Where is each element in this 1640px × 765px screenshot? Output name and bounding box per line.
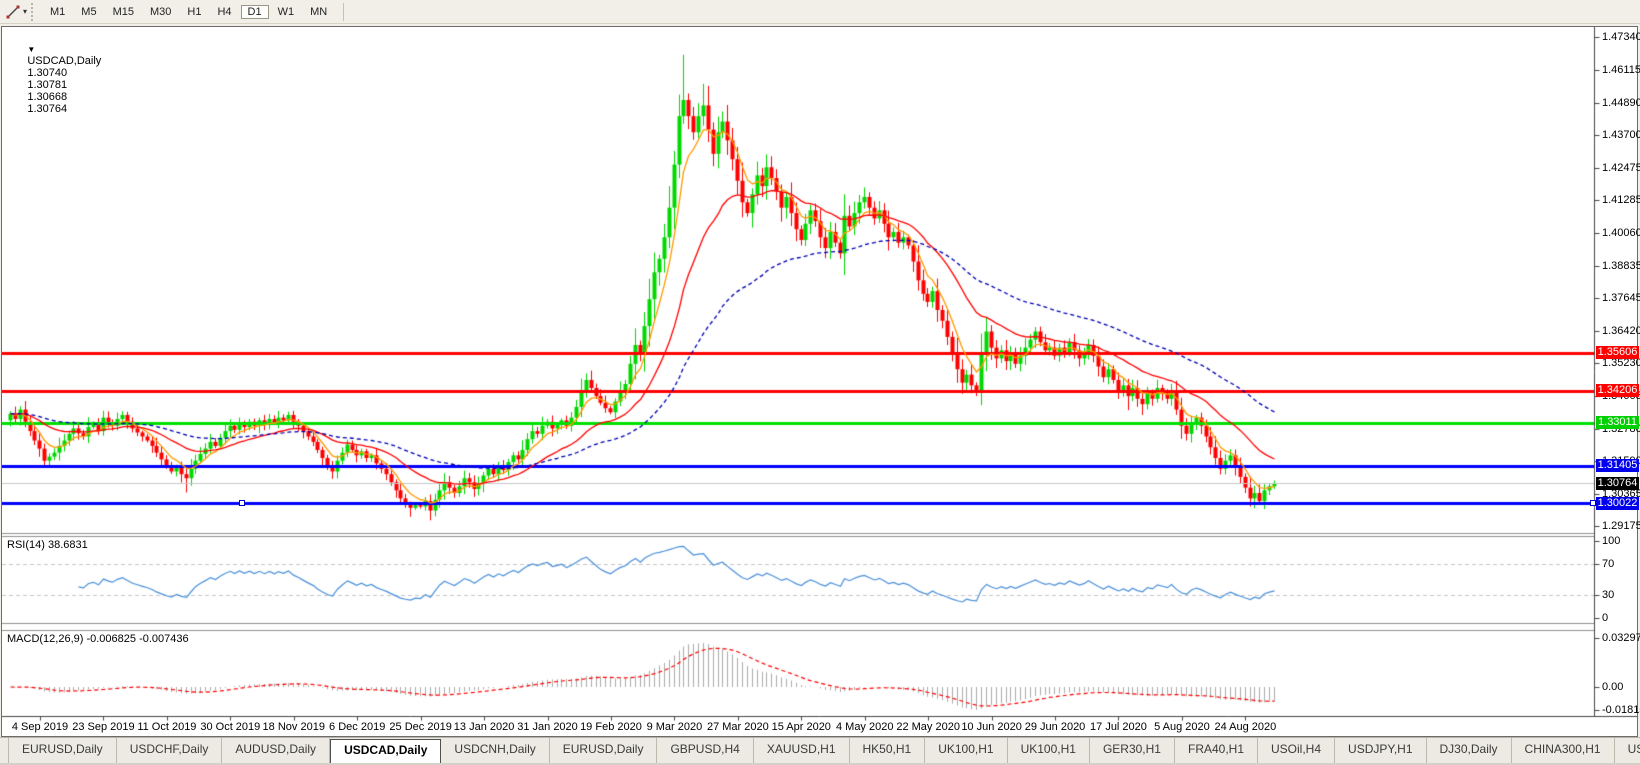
price-axis-label: 1.46115 bbox=[1602, 63, 1640, 76]
chart-title: ▼ USDCAD,Daily 1.30740 1.30781 1.30668 1… bbox=[9, 31, 105, 127]
trendline-tool-icon[interactable] bbox=[3, 3, 23, 21]
bid-price-line-badge: 1.30764 bbox=[1596, 476, 1639, 490]
macd-indicator-label: MACD(12,26,9) -0.006825 -0.007436 bbox=[7, 633, 189, 645]
date-axis-label: 4 May 2020 bbox=[835, 721, 894, 733]
rsi-axis-label: 100 bbox=[1602, 535, 1621, 547]
timeframe-toolbar: ▾ M1 M5 M15 M30 H1 H4 D1 W1 MN bbox=[0, 0, 1640, 24]
chevron-down-icon[interactable]: ▾ bbox=[23, 7, 27, 16]
ohlc-close: 1.30764 bbox=[27, 103, 68, 115]
date-axis-label: 30 Oct 2019 bbox=[200, 721, 261, 733]
price-axis-label: 1.47340 bbox=[1602, 31, 1640, 43]
symbol-tab-bar: EURUSD,Daily USDCHF,Daily AUDUSD,Daily USDC… bbox=[0, 737, 1640, 763]
timeframe-button-m30[interactable]: M30 bbox=[143, 5, 178, 19]
support-line-badge: 1.31405 bbox=[1596, 459, 1639, 473]
tab-gbpusd-h4[interactable]: GBPUSD,H4 bbox=[657, 738, 754, 763]
timeframe-button-w1[interactable]: W1 bbox=[271, 5, 302, 19]
mt4-application: ▾ M1 M5 M15 M30 H1 H4 D1 W1 MN ▼ USDCAD,Daily 1.… bbox=[0, 0, 1640, 765]
macd-axis-label: -0.018154 bbox=[1602, 704, 1640, 716]
macd-axis-label: 0.032972 bbox=[1602, 631, 1640, 644]
date-axis-label: 9 Mar 2020 bbox=[646, 721, 703, 733]
timeframe-button-m5[interactable]: M5 bbox=[74, 5, 103, 19]
chart-window: ▼ USDCAD,Daily 1.30740 1.30781 1.30668 1… bbox=[1, 26, 1640, 737]
date-axis-label: 31 Jan 2020 bbox=[517, 721, 578, 733]
date-axis-label: 15 Apr 2020 bbox=[771, 721, 831, 733]
tab-usdcnh-daily[interactable]: USDCNH,Daily bbox=[441, 738, 550, 763]
date-axis-label: 10 Jun 2020 bbox=[961, 721, 1022, 733]
chart-symbol: USDCAD,Daily bbox=[27, 55, 102, 67]
ohlc-low: 1.30668 bbox=[27, 91, 68, 103]
rsi-axis-label: 70 bbox=[1602, 558, 1615, 571]
tab-fra40-h1[interactable]: FRA40,H1 bbox=[1175, 738, 1259, 763]
date-axis-label: 29 Jun 2020 bbox=[1024, 721, 1086, 733]
date-axis-label: 18 Nov 2019 bbox=[262, 721, 325, 733]
date-axis-label: 11 Oct 2019 bbox=[137, 721, 197, 733]
date-axis-label: 22 May 2020 bbox=[896, 721, 960, 733]
resistance-line-badge: 1.35606 bbox=[1596, 346, 1639, 360]
pivot-line-badge: 1.33011 bbox=[1596, 416, 1639, 430]
price-chart-canvas[interactable] bbox=[2, 27, 1637, 727]
price-axis-label: 1.43700 bbox=[1602, 128, 1640, 141]
price-axis-label: 1.38835 bbox=[1602, 259, 1640, 272]
ohlc-high: 1.30781 bbox=[27, 79, 68, 91]
tab-hk50-h1[interactable]: HK50,H1 bbox=[850, 738, 926, 763]
date-axis-label: 5 Aug 2020 bbox=[1154, 721, 1210, 733]
date-axis-label: 19 Feb 2020 bbox=[580, 721, 642, 733]
tab-eurusd-daily[interactable]: EURUSD,Daily bbox=[8, 738, 117, 763]
price-axis-label: 1.36420 bbox=[1602, 324, 1640, 337]
macd-axis-label: 0.00 bbox=[1602, 681, 1624, 693]
tab-uk100-h1[interactable]: UK100,H1 bbox=[1008, 738, 1090, 763]
date-axis-label: 23 Sep 2019 bbox=[72, 721, 135, 733]
timeframe-button-mn[interactable]: MN bbox=[303, 5, 334, 19]
ohlc-open: 1.30740 bbox=[27, 67, 68, 79]
date-axis-label: 17 Jul 2020 bbox=[1090, 721, 1147, 733]
tab-usdjpy-h1[interactable]: USDJPY,H1 bbox=[1335, 738, 1427, 763]
tab-uk100-h1[interactable]: UK100,H1 bbox=[925, 738, 1008, 763]
tab-audusd-daily[interactable]: AUDUSD,Daily bbox=[222, 738, 331, 763]
price-axis-label: 1.29175 bbox=[1602, 520, 1640, 532]
resistance-line-badge: 1.34206 bbox=[1596, 384, 1639, 398]
timeframe-button-h4[interactable]: H4 bbox=[210, 5, 238, 19]
timeframe-button-h1[interactable]: H1 bbox=[180, 5, 208, 19]
line-handle[interactable] bbox=[1590, 499, 1596, 506]
tab-ger30-h1[interactable]: GER30,H1 bbox=[1090, 738, 1175, 763]
symbol-tabs: EURUSD,Daily USDCHF,Daily AUDUSD,Daily USDC… bbox=[0, 738, 1640, 763]
date-axis-label: 24 Aug 2020 bbox=[1214, 721, 1277, 733]
line-handle[interactable] bbox=[239, 499, 245, 506]
price-axis-label: 1.37645 bbox=[1602, 291, 1640, 304]
date-axis-label: 27 Mar 2020 bbox=[706, 721, 769, 733]
tab-usoil-h1[interactable]: USOil,H1 bbox=[1615, 738, 1640, 763]
rsi-indicator-label: RSI(14) 38.6831 bbox=[7, 539, 88, 551]
toolbar-grip[interactable] bbox=[31, 2, 36, 21]
tab-dj30-daily[interactable]: DJ30,Daily bbox=[1427, 738, 1512, 763]
date-axis-label: 25 Dec 2019 bbox=[389, 721, 452, 733]
price-axis-label: 1.41285 bbox=[1602, 194, 1640, 206]
window-menu-triangle-icon[interactable]: ▼ bbox=[27, 45, 35, 54]
tab-usdchf-daily[interactable]: USDCHF,Daily bbox=[117, 738, 223, 763]
timeframe-button-d1[interactable]: D1 bbox=[240, 5, 269, 19]
rsi-axis-label: 0 bbox=[1602, 612, 1609, 624]
rsi-axis-label: 30 bbox=[1602, 588, 1615, 601]
support-line-badge: 1.30022 bbox=[1596, 496, 1639, 510]
timeframe-buttons: M1 M5 M15 M30 H1 H4 D1 W1 MN bbox=[42, 2, 335, 21]
tab-usdcad-daily[interactable]: USDCAD,Daily bbox=[330, 739, 442, 763]
tab-eurusd-daily[interactable]: EURUSD,Daily bbox=[550, 738, 658, 763]
price-axis-label: 1.44890 bbox=[1602, 96, 1640, 109]
toolbar-separator bbox=[343, 2, 345, 21]
price-axis-label: 1.42475 bbox=[1602, 161, 1640, 174]
tab-china300-h1[interactable]: CHINA300,H1 bbox=[1512, 738, 1615, 763]
timeframe-button-m1[interactable]: M1 bbox=[43, 5, 72, 19]
date-axis-label: 6 Dec 2019 bbox=[329, 721, 386, 733]
date-axis-label: 13 Jan 2020 bbox=[453, 721, 515, 733]
price-axis-label: 1.40060 bbox=[1602, 226, 1640, 239]
tab-xauusd-h1[interactable]: XAUUSD,H1 bbox=[754, 738, 850, 763]
date-axis-label: 4 Sep 2019 bbox=[11, 721, 69, 733]
tab-usoil-h4[interactable]: USOil,H4 bbox=[1258, 738, 1336, 763]
timeframe-button-m15[interactable]: M15 bbox=[106, 5, 141, 19]
